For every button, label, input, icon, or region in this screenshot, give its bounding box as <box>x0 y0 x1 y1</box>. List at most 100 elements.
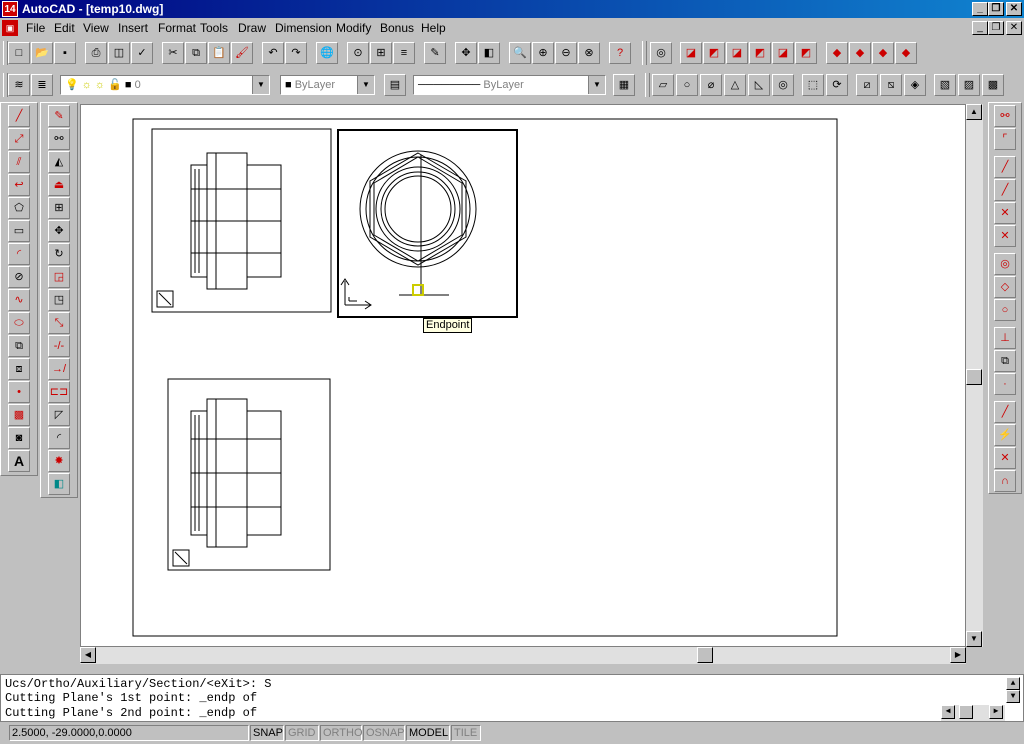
menu-draw[interactable]: Draw <box>238 21 266 35</box>
redo-icon[interactable]: ↷ <box>285 42 307 64</box>
color-dropdown[interactable]: ■ ByLayer ▼ <box>280 75 375 95</box>
menu-view[interactable]: View <box>83 21 109 35</box>
scroll-down-button[interactable]: ▼ <box>966 631 982 647</box>
osnap-toggle[interactable]: OSNAP <box>363 725 405 741</box>
scroll-right-button[interactable]: ▶ <box>950 647 966 663</box>
interfere-icon[interactable]: ◈ <box>904 74 926 96</box>
copy-object-icon[interactable]: ⚯ <box>48 128 70 150</box>
pan-icon[interactable]: ✥ <box>455 42 477 64</box>
box-icon[interactable]: ▱ <box>652 74 674 96</box>
snap-node-icon[interactable]: · <box>994 373 1016 395</box>
spline-icon[interactable]: ∿ <box>8 289 30 311</box>
snap-perpendicular-icon[interactable]: ⊥ <box>994 327 1016 349</box>
torus-icon[interactable]: ◎ <box>772 74 794 96</box>
sphere-icon[interactable]: ○ <box>676 74 698 96</box>
cmd-horizontal-scrollbar[interactable]: ◀ ▶ <box>941 705 1005 721</box>
move-icon[interactable]: ✥ <box>48 220 70 242</box>
line-icon[interactable]: ╱ <box>8 105 30 127</box>
insert-block-icon[interactable]: ⧉ <box>8 335 30 357</box>
new-icon[interactable]: □ <box>8 42 30 64</box>
view-front-icon[interactable]: ◪ <box>772 42 794 64</box>
minimize-button[interactable]: _ <box>972 2 988 16</box>
section-icon[interactable]: ⧄ <box>856 74 878 96</box>
cmd-scroll-up-button[interactable]: ▲ <box>1006 677 1020 690</box>
array-icon[interactable]: ⊞ <box>48 197 70 219</box>
ortho-toggle[interactable]: ORTHO <box>320 725 363 741</box>
snap-toggle[interactable]: SNAP <box>250 725 284 741</box>
open-icon[interactable]: 📂 <box>31 42 53 64</box>
spelling-icon[interactable]: ✓ <box>131 42 153 64</box>
autocad-app-icon[interactable]: 14 <box>2 1 18 17</box>
linetype-icon[interactable]: ▤ <box>384 74 406 96</box>
hatch-icon[interactable]: ▩ <box>8 404 30 426</box>
model-space-toggle[interactable]: MODEL <box>406 725 450 741</box>
cmd-scroll-thumb[interactable] <box>959 705 973 719</box>
match-properties-icon[interactable]: 🖌 <box>231 42 253 64</box>
offset-icon[interactable]: ⏏ <box>48 174 70 196</box>
cone-icon[interactable]: △ <box>724 74 746 96</box>
setup-view-icon[interactable]: ▨ <box>958 74 980 96</box>
command-window[interactable]: Ucs/Ortho/Auxiliary/Section/<eXit>: S Cu… <box>0 674 1024 722</box>
close-button[interactable]: ✕ <box>1006 2 1022 16</box>
menu-dimension[interactable]: Dimension <box>275 21 332 35</box>
hyperlink-icon[interactable]: 🌐 <box>316 42 338 64</box>
mirror-icon[interactable]: ◭ <box>48 151 70 173</box>
doc-restore-button[interactable]: ❐ <box>988 21 1004 35</box>
save-icon[interactable]: ▪ <box>54 42 76 64</box>
cmd-scroll-right-button[interactable]: ▶ <box>989 705 1003 719</box>
menu-tools[interactable]: Tools <box>200 21 228 35</box>
menu-bonus[interactable]: Bonus <box>380 21 414 35</box>
zoom-previous-icon[interactable]: ⊖ <box>555 42 577 64</box>
redraw-icon[interactable]: ✎ <box>424 42 446 64</box>
ucs-icon[interactable]: ⊞ <box>370 42 392 64</box>
osnap-icon[interactable]: ⊙ <box>347 42 369 64</box>
doc-close-button[interactable]: ✕ <box>1006 21 1022 35</box>
arc-icon[interactable]: ◜ <box>8 243 30 265</box>
snap-none-icon[interactable]: ✕ <box>994 447 1016 469</box>
make-block-icon[interactable]: ⧈ <box>8 358 30 380</box>
maximize-button[interactable]: ❐ <box>988 2 1004 16</box>
toolbar-grip[interactable] <box>645 73 650 97</box>
layers-icon[interactable]: ≋ <box>8 74 30 96</box>
slice-icon[interactable]: ⧅ <box>880 74 902 96</box>
view-se-iso-icon[interactable]: ◆ <box>849 42 871 64</box>
view-right-icon[interactable]: ◩ <box>749 42 771 64</box>
help-icon[interactable]: ? <box>609 42 631 64</box>
chevron-down-icon[interactable]: ▼ <box>588 76 605 94</box>
undo-icon[interactable]: ↶ <box>262 42 284 64</box>
snap-tangent-icon[interactable]: ○ <box>994 299 1016 321</box>
text-icon[interactable]: A <box>8 450 30 472</box>
vertical-scroll-thumb[interactable] <box>966 369 982 385</box>
viewport-bottom-left[interactable] <box>167 378 331 571</box>
scroll-left-button[interactable]: ◀ <box>80 647 96 663</box>
menu-file[interactable]: File <box>26 21 45 35</box>
erase-icon[interactable]: ✎ <box>48 105 70 127</box>
explode-icon[interactable]: ✸ <box>48 450 70 472</box>
polyline-icon[interactable]: ↩ <box>8 174 30 196</box>
layer-dropdown[interactable]: 💡 ☼ ☼ 🔓 ■ 0 ▼ <box>60 75 270 95</box>
scroll-up-button[interactable]: ▲ <box>966 104 982 120</box>
cut-icon[interactable]: ✂ <box>162 42 184 64</box>
document-icon[interactable]: ▣ <box>2 20 18 36</box>
cylinder-icon[interactable]: ⌀ <box>700 74 722 96</box>
region-icon[interactable]: ◙ <box>8 427 30 449</box>
make-layer-current-icon[interactable]: ≣ <box>31 74 53 96</box>
extend-icon[interactable]: →/ <box>48 358 70 380</box>
polygon-icon[interactable]: ⬠ <box>8 197 30 219</box>
menu-help[interactable]: Help <box>421 21 446 35</box>
construction-line-icon[interactable]: ⤢ <box>8 128 30 150</box>
print-preview-icon[interactable]: ◫ <box>108 42 130 64</box>
chevron-down-icon[interactable]: ▼ <box>357 76 374 94</box>
extrude-icon[interactable]: ⬚ <box>802 74 824 96</box>
view-nw-iso-icon[interactable]: ◆ <box>895 42 917 64</box>
setup-drawing-icon[interactable]: ▧ <box>934 74 956 96</box>
grid-toggle[interactable]: GRID <box>285 725 319 741</box>
drawing-area[interactable] <box>80 104 966 647</box>
copy-icon[interactable]: ⧉ <box>185 42 207 64</box>
osnap-settings-icon[interactable]: ∩ <box>994 470 1016 492</box>
viewport-top-right[interactable] <box>337 129 518 318</box>
point-icon[interactable]: • <box>8 381 30 403</box>
setup-profile-icon[interactable]: ▩ <box>982 74 1004 96</box>
rectangle-icon[interactable]: ▭ <box>8 220 30 242</box>
snap-center-icon[interactable]: ◎ <box>994 253 1016 275</box>
